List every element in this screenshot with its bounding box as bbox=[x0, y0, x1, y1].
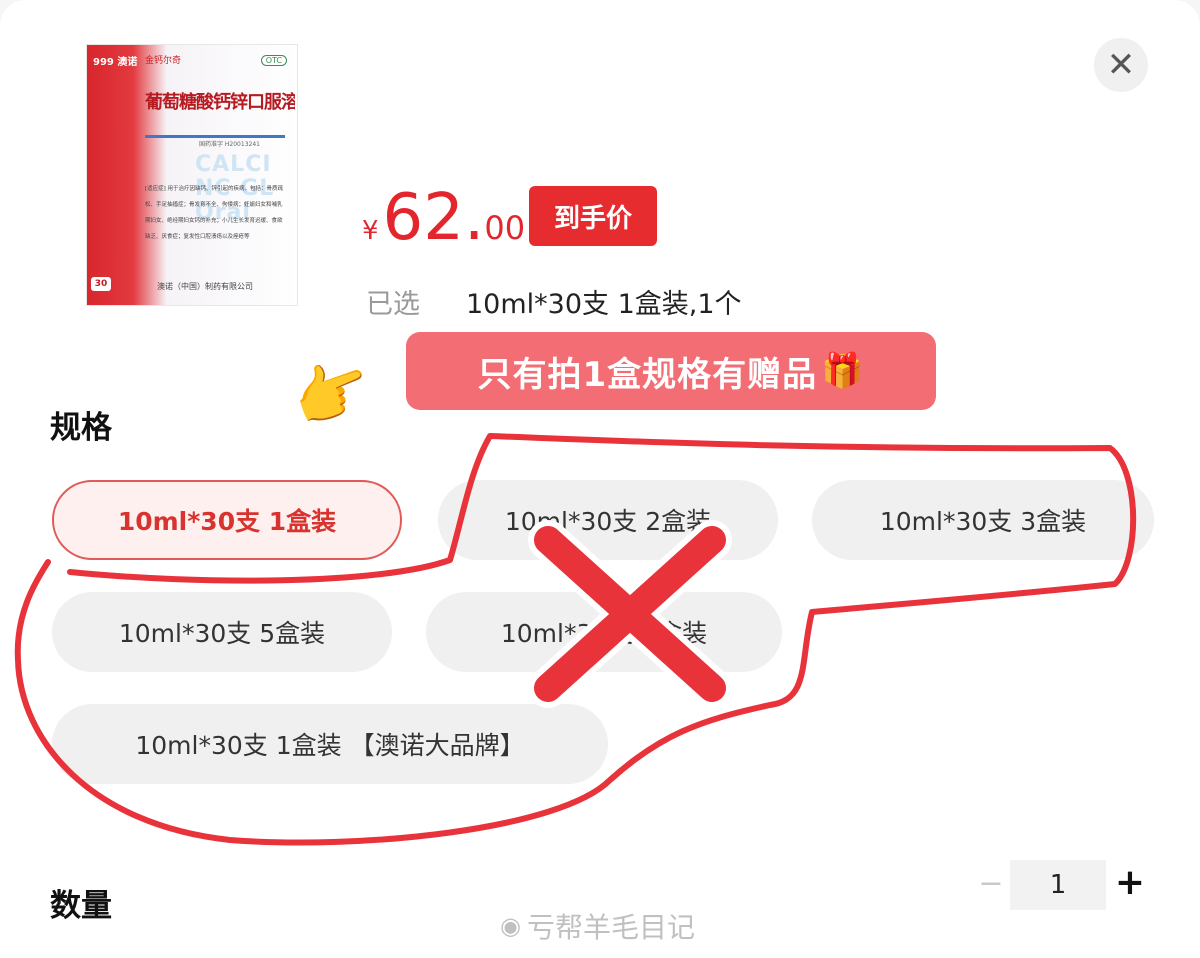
price-integer: 62. bbox=[382, 181, 485, 255]
selected-value: 10ml*30支 1盒装,1个 bbox=[466, 289, 742, 320]
product-approval: 国药准字 H20013241 bbox=[199, 141, 260, 148]
price-decimal: 00 bbox=[484, 209, 526, 247]
spec-option-1box-brand[interactable]: 10ml*30支 1盒装 【澳诺大品牌】 bbox=[52, 704, 608, 784]
weibo-icon: ◉ bbox=[500, 912, 521, 940]
product-image: 999 澳诺 金钙尔奇 OTC 葡萄糖酸钙锌口服溶液 国药准字 H2001324… bbox=[86, 44, 298, 306]
close-icon: ✕ bbox=[1106, 45, 1136, 85]
product-package-title: 葡萄糖酸钙锌口服溶液 bbox=[145, 92, 295, 113]
product-indications: [适应症] 用于治疗因缺钙、锌引起的疾病，包括：骨质疏松、手足抽搐症；骨发育不全… bbox=[145, 186, 284, 240]
close-button[interactable]: ✕ bbox=[1094, 38, 1148, 92]
gift-icon: 🎁 bbox=[821, 351, 865, 391]
spec-option-3box[interactable]: 10ml*30支 3盒装 bbox=[812, 480, 1154, 560]
currency-symbol: ¥ bbox=[362, 216, 379, 246]
spec-selection-sheet: 999 澳诺 金钙尔奇 OTC 葡萄糖酸钙锌口服溶液 国药准字 H2001324… bbox=[0, 0, 1200, 958]
selected-label: 已选 bbox=[366, 289, 420, 320]
package-blue-bar bbox=[145, 135, 285, 138]
spec-option-5box[interactable]: 10ml*30支 5盒装 bbox=[52, 592, 392, 672]
otc-badge: OTC bbox=[260, 55, 287, 66]
spec-option-2box[interactable]: 10ml*30支 2盒装 bbox=[438, 480, 778, 560]
spec-option-4box[interactable]: 10ml*30支 4盒装 bbox=[426, 592, 782, 672]
final-price-tag: 到手价 bbox=[529, 186, 657, 246]
source-watermark: ◉ 亏帮羊毛目记 bbox=[500, 906, 695, 946]
quantity-title: 数量 bbox=[50, 888, 112, 924]
count-badge: 30 bbox=[91, 277, 111, 291]
price: ¥ 62. 00 bbox=[362, 186, 525, 256]
product-company: 澳诺（中国）制药有限公司 bbox=[157, 282, 253, 291]
product-series: 金钙尔奇 bbox=[145, 56, 182, 66]
spec-option-1box[interactable]: 10ml*30支 1盒装 bbox=[52, 480, 402, 560]
callout-text: 只有拍1盒规格有赠品 bbox=[477, 354, 818, 395]
quantity-minus-button[interactable]: − bbox=[976, 862, 1006, 906]
watermark-text: 亏帮羊毛目记 bbox=[526, 911, 695, 944]
product-brand: 999 澳诺 bbox=[93, 57, 138, 68]
gift-callout: 只有拍1盒规格有赠品 🎁 bbox=[406, 332, 936, 410]
quantity-input[interactable]: 1 bbox=[1010, 860, 1106, 910]
quantity-plus-button[interactable]: + bbox=[1112, 860, 1148, 906]
spec-title: 规格 bbox=[50, 410, 112, 446]
pointing-hand-icon: 👉 bbox=[281, 345, 382, 443]
